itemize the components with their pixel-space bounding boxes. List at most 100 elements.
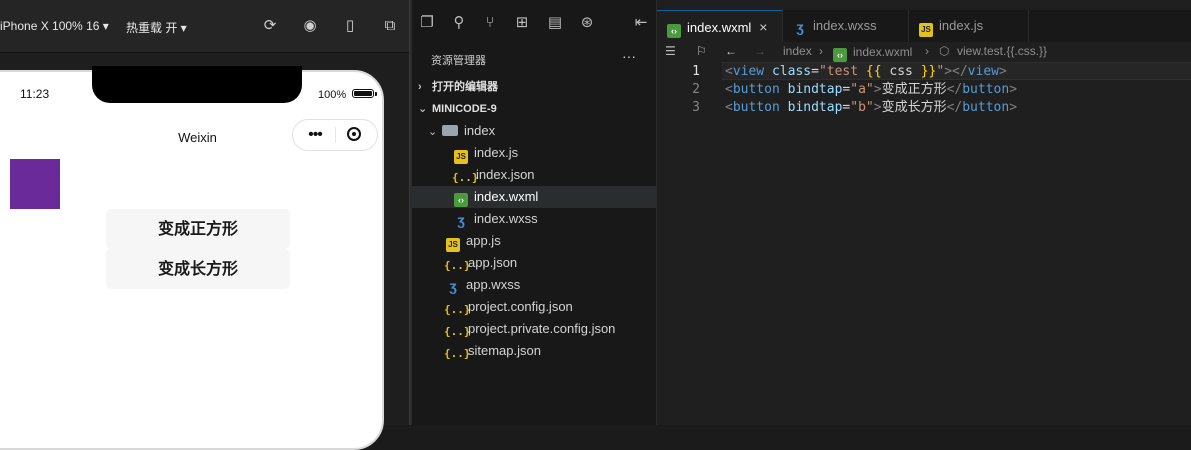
code-token: > <box>873 82 882 97</box>
code-token: button <box>962 82 1010 97</box>
file-index-js[interactable]: JS index.js <box>454 142 518 164</box>
hot-reload-toggle[interactable]: 热重载 开 ▾ <box>126 19 187 36</box>
file-index-json[interactable]: {..}index.json <box>452 164 535 186</box>
more-actions-icon[interactable]: ··· <box>622 48 636 64</box>
file-app-json[interactable]: {..}app.json <box>444 252 517 274</box>
code-token: " <box>936 64 945 79</box>
code-token: view <box>967 64 999 79</box>
line-number: 2 <box>692 82 700 97</box>
file-label: app.wxss <box>466 277 521 292</box>
open-editors-section[interactable]: › 打开的编辑器 <box>418 76 498 98</box>
extensions-icon[interactable]: ⊞ <box>513 14 531 32</box>
wxml-file-icon: ‹› <box>454 193 468 207</box>
search-icon[interactable]: ⚲ <box>450 14 468 32</box>
code-token: button <box>962 100 1010 115</box>
code-token: 变成长方形 <box>881 100 947 115</box>
wxss-file-icon: ʒ <box>449 278 457 294</box>
battery-tip <box>375 92 377 96</box>
file-app-js[interactable]: JS app.js <box>446 230 501 252</box>
source-control-icon[interactable]: ⑂ <box>481 14 499 32</box>
breadcrumb-folder[interactable]: index <box>783 44 812 58</box>
device-select[interactable]: iPhone X 100% 16 ▾ <box>0 19 109 33</box>
code-line-3[interactable]: <button bindtap="b">变成长方形</button> <box>725 99 1017 117</box>
chevron-right-icon: › <box>418 81 422 93</box>
tab-label: index.js <box>939 18 984 33</box>
breadcrumb-symbol[interactable]: view.test.{{.css.}} <box>957 44 1047 58</box>
file-label: app.js <box>466 233 501 248</box>
json-file-icon: {..} <box>444 303 471 316</box>
code-token: > <box>1009 100 1018 115</box>
chevron-down-icon: ⌄ <box>428 126 438 138</box>
list-icon[interactable]: ☰ <box>665 44 676 58</box>
code-token: "b" <box>850 100 874 115</box>
breadcrumb-file[interactable]: ‹› index.wxml <box>833 45 912 62</box>
js-file-icon: JS <box>919 23 933 37</box>
files-icon[interactable]: ❐ <box>418 14 436 32</box>
wxss-file-icon: ʒ <box>457 212 465 228</box>
refresh-icon[interactable]: ⟳ <box>261 17 279 35</box>
forward-arrow-icon[interactable]: → <box>754 44 766 58</box>
symbol-icon: ⬡ <box>939 44 950 58</box>
breadcrumb-separator-icon: › <box>925 44 929 58</box>
hot-reload-label: 热重载 开 <box>126 21 178 35</box>
status-time: 11:23 <box>20 87 50 101</box>
more-dots-icon[interactable]: ••• <box>301 127 329 143</box>
file-index-wxss[interactable]: ʒ index.wxss <box>454 208 537 230</box>
close-icon[interactable]: × <box>759 19 767 35</box>
tab-label: index.wxss <box>813 18 877 33</box>
code-token: = <box>811 64 819 79</box>
phone-icon[interactable]: ▯ <box>341 17 359 35</box>
project-label: MINICODE-9 <box>432 103 497 115</box>
rectangle-button[interactable]: 变成长方形 <box>106 249 290 289</box>
file-label: project.private.config.json <box>468 321 616 336</box>
code-token: > <box>1009 82 1018 97</box>
code-line-1[interactable]: <view class="test {{ css }}"></view> <box>725 63 1007 81</box>
tab-index-js[interactable]: JS index.js <box>909 10 1029 42</box>
open-editors-label: 打开的编辑器 <box>432 81 498 93</box>
line-number: 3 <box>692 100 700 115</box>
capsule-divider <box>335 127 336 143</box>
code-line-2[interactable]: <button bindtap="a">变成正方形</button> <box>725 81 1017 99</box>
code-token: button <box>732 82 780 97</box>
stop-icon[interactable]: ◉ <box>301 17 319 35</box>
code-token: "a" <box>850 82 874 97</box>
breadcrumb <box>657 42 1191 62</box>
debug-icon[interactable]: ⊛ <box>578 14 596 32</box>
project-section[interactable]: ⌄ MINICODE-9 <box>418 98 497 120</box>
code-token: "test <box>818 64 866 79</box>
file-sitemap[interactable]: {..}sitemap.json <box>444 340 541 362</box>
file-project-config[interactable]: {..}project.config.json <box>444 296 573 318</box>
window-icon[interactable]: ⧉ <box>381 17 399 35</box>
file-project-private-config[interactable]: {..}project.private.config.json <box>444 318 615 340</box>
folder-index[interactable]: ⌄ index <box>428 120 495 142</box>
wxml-file-icon: ‹› <box>667 24 681 38</box>
file-label: index.json <box>476 167 535 182</box>
bookmark-icon[interactable]: ⚐ <box>696 44 707 58</box>
file-index-wxml[interactable]: ‹› index.wxml <box>454 186 538 208</box>
code-token: ></ <box>944 64 968 79</box>
file-label: project.config.json <box>468 299 573 314</box>
code-token: 变成正方形 <box>881 82 947 97</box>
battery-percent: 100% <box>318 89 347 101</box>
toggle-panel-icon[interactable]: ⇤ <box>632 14 650 32</box>
code-token: bindtap <box>787 82 843 97</box>
test-view-box <box>10 159 60 209</box>
back-arrow-icon[interactable]: ← <box>725 44 737 58</box>
tab-label: index.wxml <box>687 20 752 35</box>
storage-icon[interactable]: ▤ <box>546 14 564 32</box>
code-token: > <box>998 64 1007 79</box>
code-token: }} <box>920 64 937 79</box>
file-label: sitemap.json <box>468 343 541 358</box>
code-token: < <box>725 100 733 115</box>
battery-icon <box>352 89 374 98</box>
tab-index-wxml[interactable]: ‹› index.wxml × <box>657 10 783 42</box>
square-button[interactable]: 变成正方形 <box>106 209 290 249</box>
code-token: class <box>771 64 812 79</box>
explorer-title: 资源管理器 <box>431 55 486 67</box>
device-label: iPhone X 100% 16 <box>0 19 100 33</box>
tab-index-wxss[interactable]: ʒ index.wxss <box>783 10 909 42</box>
breadcrumb-file-label: index.wxml <box>853 45 913 59</box>
code-token: </ <box>946 100 963 115</box>
folder-icon <box>442 125 458 136</box>
file-app-wxss[interactable]: ʒ app.wxss <box>446 274 520 296</box>
